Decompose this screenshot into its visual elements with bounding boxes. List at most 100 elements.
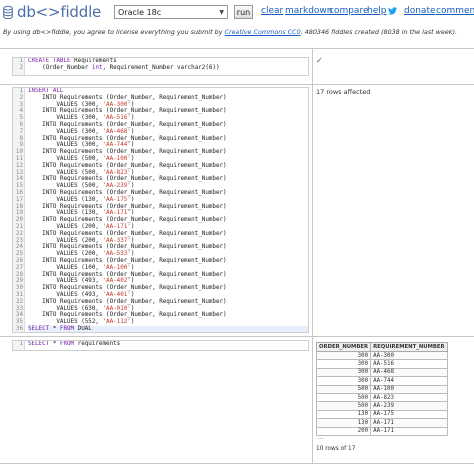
comments-link[interactable]: comments: [436, 6, 474, 16]
code-token: ): [130, 155, 135, 162]
line-number: 29: [15, 278, 23, 285]
code-area[interactable]: INSERT ALL INTO Requirements (Order_Numb…: [28, 88, 308, 332]
requirement-number-cell: AA-171: [370, 426, 448, 436]
database-select[interactable]: Oracle 18c ▼: [114, 5, 228, 19]
line-number-gutter: 1 2 3 4 5 6 7 8 9 10 11 12 13 14 15 16 17 18 19 20 21 22 23 24 2…: [13, 88, 25, 332]
code-line: VALUES (630, 'AA-010'): [28, 306, 308, 313]
run-button[interactable]: run: [234, 5, 253, 19]
code-line: VALUES (300, 'AA-744'): [28, 142, 308, 149]
code-token: INSERT ALL: [28, 88, 64, 94]
order-number-cell: 500: [315, 401, 372, 411]
column-header[interactable]: ORDER_NUMBER: [315, 342, 372, 352]
code-token: VALUES (200,: [28, 237, 103, 244]
line-number: 24: [15, 244, 23, 251]
query-editor[interactable]: 1 SELECT * FROM requirements: [12, 340, 309, 351]
line-number: 11: [15, 155, 23, 162]
code-token: VALUES (493,: [28, 291, 103, 298]
line-number: 2: [19, 94, 23, 101]
code-token: *: [49, 341, 60, 347]
code-token: ): [130, 210, 135, 217]
donate-link[interactable]: donate: [404, 6, 436, 16]
pane-divider[interactable]: [312, 84, 313, 336]
table-header-row: ORDER_NUMBER REQUIREMENT_NUMBER: [315, 342, 448, 352]
pane-divider[interactable]: [312, 48, 313, 84]
code-area[interactable]: SELECT * FROM requirements: [28, 341, 308, 348]
code-line: INTO Requirements (Order_Number, Require…: [28, 204, 308, 211]
table-row: 130 AA-171: [315, 418, 448, 428]
line-number: 22: [15, 230, 23, 237]
code-token: VALUES (300,: [28, 101, 103, 108]
code-line: INTO Requirements (Order_Number, Require…: [28, 149, 308, 156]
column-header[interactable]: REQUIREMENT_NUMBER: [370, 342, 448, 352]
order-number-cell: 500: [315, 392, 372, 403]
code-token: ): [130, 101, 135, 108]
table-row: 200 AA-171: [315, 426, 448, 436]
logo-text: db<>fiddle: [17, 3, 102, 21]
code-line: VALUES (300, 'AA-300'): [28, 102, 308, 109]
license-suffix: . 480346 fiddles created (8038 in the la…: [300, 28, 457, 36]
order-number-cell: 500: [315, 384, 372, 394]
database-icon: [3, 5, 13, 19]
line-number: 4: [19, 108, 23, 115]
line-number: 17: [15, 196, 23, 203]
code-line: VALUES (300, 'AA-468'): [28, 129, 308, 136]
requirement-number-cell: AA-175: [370, 409, 448, 420]
cc0-link[interactable]: Creative Commons CC0: [225, 28, 301, 36]
code-line: CREATE TABLE Requirements: [28, 58, 308, 65]
line-number: 30: [15, 285, 23, 292]
line-number: 6: [19, 121, 23, 128]
table-row: 130 AA-175: [315, 409, 448, 420]
code-line: VALUES (493, 'AA-401'): [28, 292, 308, 299]
pane-divider[interactable]: [312, 336, 313, 463]
code-token: ): [130, 237, 135, 244]
schema-editor-1[interactable]: 12 CREATE TABLE Requirements (Order_Numb…: [12, 57, 309, 76]
logo[interactable]: db<>fiddle: [3, 3, 101, 21]
line-number-gutter: 12: [13, 58, 25, 75]
clear-link[interactable]: clear: [261, 6, 283, 16]
code-token: INTO Requirements (Order_Number, Require…: [28, 149, 227, 156]
license-notice: By using db<>fiddle, you agree to licens…: [3, 28, 457, 36]
section-divider: [0, 48, 474, 49]
code-token: 'AA-100': [102, 155, 131, 162]
code-line: INTO Requirements (Order_Number, Require…: [28, 136, 308, 143]
line-number: 18: [15, 203, 23, 210]
line-number: 7: [19, 128, 23, 135]
compare-link[interactable]: compare: [329, 6, 369, 16]
code-line: INTO Requirements (Order_Number, Require…: [28, 95, 308, 102]
twitter-icon[interactable]: [388, 7, 397, 15]
code-token: VALUES (300,: [28, 128, 103, 135]
code-line: VALUES (200, 'AA-171'): [28, 224, 308, 231]
rows-affected-text: 17 rows affected: [316, 88, 371, 96]
requirement-number-cell: AA-239: [370, 401, 448, 411]
code-area[interactable]: CREATE TABLE Requirements (Order_Number …: [28, 58, 308, 72]
code-line: INTO Requirements (Order_Number, Require…: [28, 217, 308, 224]
code-token: INTO Requirements (Order_Number, Require…: [28, 271, 227, 278]
code-token: ): [130, 319, 135, 326]
line-number: 23: [15, 237, 23, 244]
code-line: VALUES (500, 'AA-823'): [28, 170, 308, 177]
code-token: ): [130, 169, 135, 176]
code-token: 'AA-010': [102, 305, 131, 312]
order-number-cell: 200: [315, 426, 372, 436]
help-link[interactable]: help: [367, 6, 386, 16]
markdown-link[interactable]: markdown: [285, 6, 332, 16]
section-divider: [0, 336, 474, 337]
code-token: SELECT: [28, 325, 50, 332]
code-line: INTO Requirements (Order_Number, Require…: [28, 244, 308, 251]
code-line: SELECT * FROM requirements: [28, 341, 308, 348]
code-token: 'AA-401': [102, 291, 131, 298]
code-line: VALUES (100, 'AA-100'): [28, 265, 308, 272]
code-token: 'AA-239': [102, 183, 131, 190]
code-token: ): [130, 142, 135, 149]
chevron-down-icon: ▼: [219, 8, 224, 16]
code-token: ): [130, 128, 135, 135]
code-token: VALUES (300,: [28, 142, 103, 149]
code-token: DUAL: [74, 325, 92, 332]
code-token: INTO Requirements (Order_Number, Require…: [28, 312, 227, 319]
schema-editor-2[interactable]: 1 2 3 4 5 6 7 8 9 10 11 12 13 14 15 16 17 18 19 20 21 22 23 24 2…: [12, 87, 309, 333]
code-token: INTO Requirements (Order_Number, Require…: [28, 135, 227, 142]
code-token: CREATE TABLE: [28, 58, 71, 64]
success-check-icon: ✓: [316, 56, 323, 65]
order-number-cell: 300: [315, 367, 372, 378]
code-line: INTO Requirements (Order_Number, Require…: [28, 285, 308, 292]
